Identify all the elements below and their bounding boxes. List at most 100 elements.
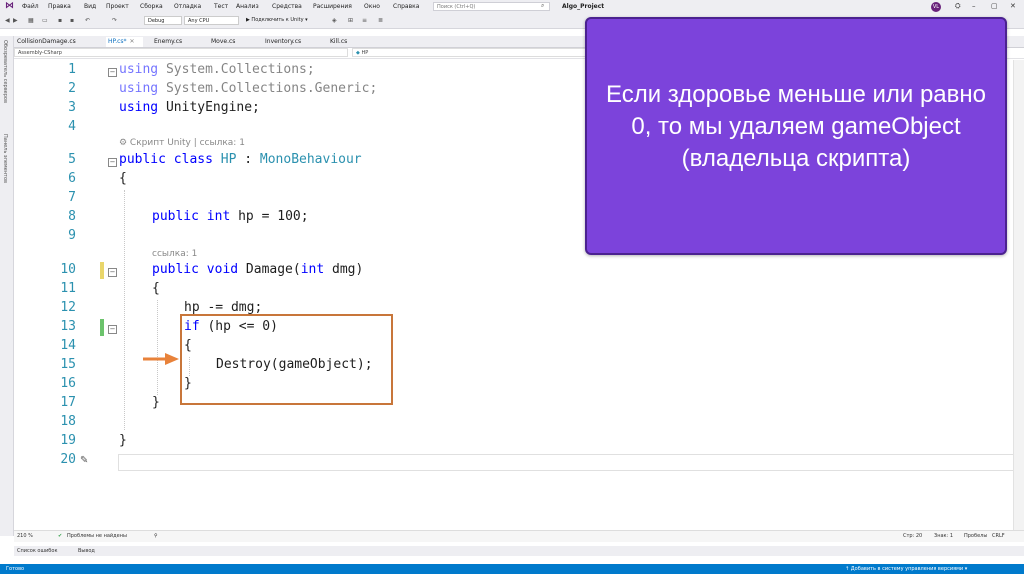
problems-status[interactable]: Проблемы не найдены bbox=[67, 533, 127, 539]
collapse-toggle-icon[interactable]: − bbox=[108, 158, 117, 167]
menu-item-help[interactable]: Справка bbox=[393, 3, 419, 10]
code-line-3[interactable]: using UnityEngine; bbox=[119, 100, 260, 115]
tab-move[interactable]: Move.cs bbox=[211, 37, 243, 47]
back-icon[interactable]: ◀ bbox=[5, 17, 10, 24]
menu-item-file[interactable]: Файл bbox=[22, 3, 39, 10]
menu-item-analyze[interactable]: Анализ bbox=[236, 3, 259, 10]
menu-item-debug[interactable]: Отладка bbox=[174, 3, 201, 10]
current-line-highlight[interactable] bbox=[118, 454, 1024, 471]
code-line-6[interactable]: { bbox=[119, 171, 127, 186]
live-share-icon[interactable]: ⛭ bbox=[955, 2, 961, 11]
add-to-source-control-button[interactable]: ↑ Добавить в систему управления версиями… bbox=[845, 566, 967, 572]
menu-bar: ⋈ Файл Правка Вид Проект Сборка Отладка … bbox=[0, 0, 1024, 14]
zoom-level[interactable]: 210 % bbox=[17, 533, 33, 539]
redo-icon[interactable]: ↷ bbox=[112, 17, 117, 24]
menu-item-tools[interactable]: Средства bbox=[272, 3, 302, 10]
close-tab-icon[interactable]: ✕ bbox=[130, 38, 135, 45]
paintbrush-icon[interactable]: ✎ bbox=[80, 455, 88, 466]
toolbar-icon-d[interactable]: ≣ bbox=[378, 17, 383, 24]
highlight-box bbox=[180, 314, 393, 405]
tab-output[interactable]: Вывод bbox=[78, 548, 95, 554]
vertical-scrollbar[interactable] bbox=[1013, 60, 1024, 530]
code-line-19[interactable]: } bbox=[119, 433, 127, 448]
tab-enemy[interactable]: Enemy.cs bbox=[154, 37, 190, 47]
line-indicator: Стр: 20 bbox=[903, 533, 923, 539]
platform-dropdown[interactable]: Any CPU bbox=[184, 16, 239, 25]
indent-guide bbox=[157, 300, 158, 395]
line-number: 16 bbox=[60, 376, 76, 391]
line-number: 1 bbox=[68, 62, 76, 77]
toolbar-icon-b[interactable]: ⊞ bbox=[348, 17, 353, 24]
menu-item-build[interactable]: Сборка bbox=[140, 3, 163, 10]
line-number: 6 bbox=[68, 171, 76, 186]
line-number: 15 bbox=[60, 357, 76, 372]
code-line-11[interactable]: { bbox=[152, 281, 160, 296]
attach-to-unity-button[interactable]: ▶ Подключить к Unity ▾ bbox=[246, 17, 308, 23]
configuration-dropdown[interactable]: Debug bbox=[144, 16, 182, 25]
line-number: 3 bbox=[68, 100, 76, 115]
class-dropdown[interactable]: ◆ HP bbox=[352, 48, 592, 57]
line-number: 10 bbox=[60, 262, 76, 277]
code-line-17[interactable]: } bbox=[152, 395, 160, 410]
code-line-12[interactable]: hp -= dmg; bbox=[184, 300, 262, 315]
menu-item-edit[interactable]: Правка bbox=[48, 3, 71, 10]
line-number: 9 bbox=[68, 228, 76, 243]
line-number: 11 bbox=[60, 281, 76, 296]
open-icon[interactable]: ▭ bbox=[42, 17, 48, 24]
forward-icon[interactable]: ▶ bbox=[13, 17, 18, 24]
line-ending-indicator[interactable]: CRLF bbox=[992, 533, 1005, 539]
minimize-icon[interactable]: – bbox=[972, 2, 976, 10]
line-number: 14 bbox=[60, 338, 76, 353]
toolbar-icon-c[interactable]: ≡ bbox=[362, 17, 367, 24]
undo-icon[interactable]: ↶ bbox=[85, 17, 90, 24]
tab-collisiondamage[interactable]: CollisionDamage.cs bbox=[17, 37, 84, 47]
arrow-right-icon bbox=[143, 353, 179, 365]
line-number: 5 bbox=[68, 152, 76, 167]
visual-studio-logo-icon: ⋈ bbox=[5, 1, 14, 11]
save-all-icon[interactable]: ▪ bbox=[70, 17, 74, 24]
tab-kill[interactable]: Kill.cs bbox=[330, 37, 355, 47]
line-number: 19 bbox=[60, 433, 76, 448]
toolbox-tab[interactable]: Панель элементов bbox=[2, 134, 8, 183]
codelens-hint[interactable]: ⚙ Скрипт Unity | ссылка: 1 bbox=[119, 138, 245, 148]
code-line-2[interactable]: using System.Collections.Generic; bbox=[119, 81, 377, 96]
collapse-toggle-icon[interactable]: − bbox=[108, 325, 117, 334]
code-line-8[interactable]: public int hp = 100; bbox=[152, 209, 309, 224]
side-tool-strip: Обозреватель серверов Панель элементов bbox=[0, 36, 14, 536]
status-ready: Готово bbox=[6, 566, 25, 572]
code-line-1[interactable]: using System.Collections; bbox=[119, 62, 315, 77]
filter-icon[interactable]: ⚲ bbox=[154, 533, 158, 539]
code-line-5[interactable]: public class HP : MonoBehaviour bbox=[119, 152, 362, 167]
line-number: 13 bbox=[60, 319, 76, 334]
avatar[interactable]: VL bbox=[931, 2, 941, 12]
new-item-icon[interactable]: ▦ bbox=[28, 17, 34, 24]
menu-item-extensions[interactable]: Расширения bbox=[313, 3, 352, 10]
line-number: 8 bbox=[68, 209, 76, 224]
save-icon[interactable]: ▪ bbox=[58, 17, 62, 24]
project-title: Algo_Project bbox=[562, 3, 605, 10]
collapse-toggle-icon[interactable]: − bbox=[108, 268, 117, 277]
maximize-icon[interactable]: ▢ bbox=[991, 2, 998, 10]
collapse-toggle-icon[interactable]: − bbox=[108, 68, 117, 77]
whitespace-indicator[interactable]: Пробелы bbox=[964, 533, 987, 539]
check-icon: ✔ bbox=[58, 533, 63, 539]
line-number: 20 bbox=[60, 452, 76, 467]
server-explorer-tab[interactable]: Обозреватель серверов bbox=[2, 40, 8, 103]
annotation-panel: Если здоровье меньше или равно 0, то мы … bbox=[585, 17, 1007, 255]
tab-hp[interactable]: HP.cs* ✕ bbox=[106, 37, 143, 47]
project-dropdown[interactable]: Assembly-CSharp bbox=[14, 48, 348, 57]
codelens-reference-hint[interactable]: ссылка: 1 bbox=[152, 249, 197, 259]
menu-item-window[interactable]: Окно bbox=[364, 3, 380, 10]
code-line-10[interactable]: public void Damage(int dmg) bbox=[152, 262, 363, 277]
status-bar: Готово ↑ Добавить в систему управления в… bbox=[0, 564, 1024, 574]
tab-error-list[interactable]: Список ошибок bbox=[17, 548, 57, 554]
close-icon[interactable]: ✕ bbox=[1010, 2, 1016, 10]
menu-item-view[interactable]: Вид bbox=[84, 3, 96, 10]
tab-inventory[interactable]: Inventory.cs bbox=[265, 37, 309, 47]
menu-item-test[interactable]: Тест bbox=[214, 3, 228, 10]
search-input[interactable]: Поиск (Ctrl+Q) bbox=[433, 2, 550, 11]
bottom-tool-tabs: Список ошибок Вывод bbox=[14, 546, 1024, 556]
toolbar-icon-a[interactable]: ◈ bbox=[332, 17, 337, 24]
line-number: 4 bbox=[68, 119, 76, 134]
menu-item-project[interactable]: Проект bbox=[106, 3, 129, 10]
